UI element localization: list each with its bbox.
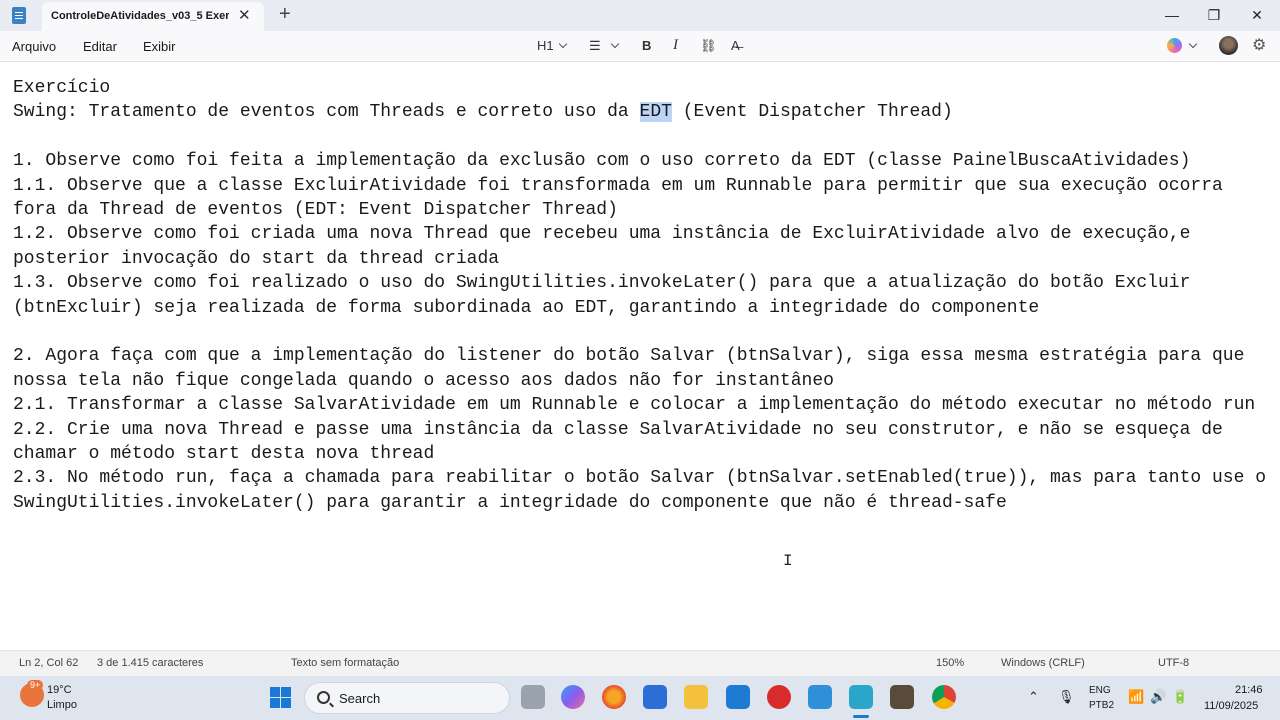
- chevron-down-icon: [610, 39, 620, 49]
- taskbar-search[interactable]: Search: [304, 682, 510, 714]
- copilot-app-icon[interactable]: [561, 685, 585, 709]
- italic-button[interactable]: I: [673, 37, 678, 54]
- list-icon[interactable]: ☰: [589, 38, 601, 54]
- document-line[interactable]: 2.3. No método run, faça a chamada para …: [13, 466, 1275, 515]
- document-line[interactable]: Exercício: [13, 76, 1275, 100]
- format-indicator[interactable]: Texto sem formatação: [291, 657, 399, 669]
- chevron-down-icon: [1188, 39, 1198, 49]
- volume-icon[interactable]: 🔊: [1150, 689, 1166, 705]
- menu-file[interactable]: Arquivo: [12, 39, 56, 54]
- menu-bar: Arquivo Editar Exibir H1 ☰ B I ⛓ A̶: [0, 31, 1280, 62]
- notepad-icon: [12, 7, 26, 24]
- photos-icon[interactable]: [808, 685, 832, 709]
- chevron-up-icon[interactable]: ⌃: [1028, 689, 1039, 705]
- document-line[interactable]: 1.1. Observe que a classe ExcluirAtivida…: [13, 174, 1275, 223]
- document-line[interactable]: 2.2. Crie uma nova Thread e passe uma in…: [13, 418, 1275, 467]
- document-text[interactable]: Exercício Swing: Tratamento de eventos co…: [13, 76, 1275, 515]
- zoom-level[interactable]: 150%: [936, 657, 964, 669]
- document-line[interactable]: 2.1. Transformar a classe SalvarAtividad…: [13, 393, 1275, 417]
- document-line[interactable]: Swing: Tratamento de eventos com Threads…: [13, 100, 1275, 124]
- wifi-icon[interactable]: 📶: [1128, 689, 1144, 705]
- cursor-position: Ln 2, Col 62: [19, 657, 79, 669]
- game-app-icon[interactable]: [890, 685, 914, 709]
- opera-icon[interactable]: [767, 685, 791, 709]
- vscode-icon[interactable]: [726, 685, 750, 709]
- character-count: 3 de 1.415 caracteres: [97, 657, 204, 669]
- search-label: Search: [339, 691, 381, 706]
- tab-title: ControleDeAtividades_v03_5 Exercício: [51, 10, 229, 22]
- document-line[interactable]: [13, 125, 1275, 149]
- search-icon: [317, 691, 330, 704]
- weather-temperature: 19°C: [47, 684, 72, 696]
- notepad-app-icon[interactable]: [849, 685, 873, 709]
- ibeam-cursor-icon: I: [783, 552, 793, 570]
- keyboard-layout[interactable]: PTB2: [1089, 700, 1114, 711]
- copilot-icon[interactable]: [1167, 38, 1182, 53]
- firefox-icon[interactable]: [602, 685, 626, 709]
- clear-formatting-icon[interactable]: A̶: [731, 38, 740, 53]
- new-tab-button[interactable]: +: [279, 3, 291, 26]
- document-line[interactable]: 1.2. Observe como foi criada uma nova Th…: [13, 222, 1275, 271]
- active-app-indicator: [853, 715, 869, 718]
- battery-icon[interactable]: 🔋: [1172, 689, 1188, 705]
- menu-edit[interactable]: Editar: [83, 39, 117, 54]
- link-icon[interactable]: ⛓: [700, 38, 717, 54]
- line-ending[interactable]: Windows (CRLF): [1001, 657, 1085, 669]
- avatar[interactable]: [1219, 36, 1238, 55]
- file-explorer-icon[interactable]: [684, 685, 708, 709]
- close-tab-icon[interactable]: ✕: [238, 6, 251, 24]
- document-line[interactable]: 2. Agora faça com que a implementação do…: [13, 344, 1275, 393]
- title-bar: ControleDeAtividades_v03_5 Exercício ✕ +…: [0, 0, 1280, 31]
- status-bar: Ln 2, Col 62 3 de 1.415 caracteres Texto…: [0, 650, 1280, 676]
- taskbar: 9+ 19°C Limpo Search ⌃ 🎙 ENG PTB2 📶 🔊 🔋 …: [0, 676, 1280, 720]
- heading-dropdown[interactable]: H1: [537, 38, 554, 53]
- microphone-icon[interactable]: 🎙: [1058, 689, 1075, 705]
- document-line[interactable]: 1.3. Observe como foi realizado o uso do…: [13, 271, 1275, 320]
- document-line[interactable]: 1. Observe como foi feita a implementaçã…: [13, 149, 1275, 173]
- clock-time[interactable]: 21:46: [1235, 684, 1263, 696]
- windows-start-icon[interactable]: [270, 687, 292, 709]
- chrome-icon[interactable]: [932, 685, 956, 709]
- task-view-icon[interactable]: [521, 685, 545, 709]
- minimize-button[interactable]: —: [1160, 3, 1184, 27]
- text-editor[interactable]: Exercício Swing: Tratamento de eventos co…: [0, 62, 1280, 650]
- store-icon[interactable]: [643, 685, 667, 709]
- weather-condition: Limpo: [47, 699, 77, 711]
- maximize-button[interactable]: ❐: [1202, 3, 1226, 27]
- bold-button[interactable]: B: [642, 38, 651, 53]
- weather-badge: 9+: [27, 680, 44, 690]
- gear-icon[interactable]: ⚙: [1252, 35, 1266, 55]
- language-indicator[interactable]: ENG: [1089, 685, 1111, 696]
- encoding[interactable]: UTF-8: [1158, 657, 1189, 669]
- text-selection[interactable]: EDT: [639, 102, 672, 123]
- tab-document[interactable]: ControleDeAtividades_v03_5 Exercício ✕: [42, 2, 264, 31]
- clock-date[interactable]: 11/09/2025: [1204, 700, 1258, 712]
- document-line[interactable]: [13, 320, 1275, 344]
- chevron-down-icon: [558, 39, 568, 49]
- menu-view[interactable]: Exibir: [143, 39, 176, 54]
- close-window-button[interactable]: ✕: [1245, 3, 1269, 27]
